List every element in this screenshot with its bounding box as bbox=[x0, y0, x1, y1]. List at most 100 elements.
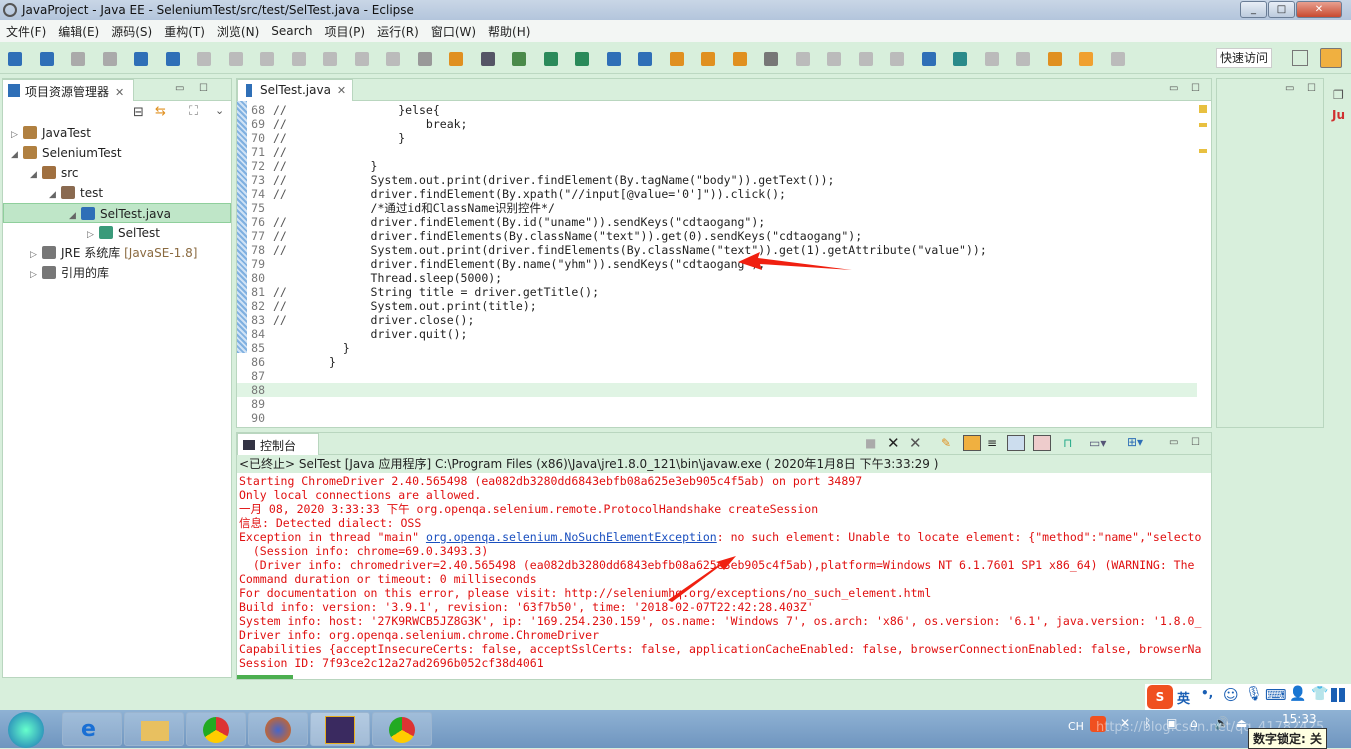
collapse-all-icon[interactable]: ⊟ bbox=[133, 105, 144, 120]
code-line[interactable]: 69 // break; bbox=[237, 117, 1197, 131]
overview-warning-marker[interactable] bbox=[1199, 123, 1207, 127]
code-line[interactable]: 89 bbox=[237, 397, 1197, 411]
toolbox-icon[interactable] bbox=[1331, 688, 1345, 702]
toolbar-button-icon[interactable] bbox=[71, 52, 85, 66]
tree-item[interactable]: ▷ 引用的库 bbox=[3, 263, 231, 283]
menu-item[interactable]: 帮助(H) bbox=[482, 23, 536, 40]
toolbar-button-icon[interactable] bbox=[1079, 52, 1093, 66]
toolbar-button-icon[interactable] bbox=[890, 52, 904, 66]
code-line[interactable]: 72 // } bbox=[237, 159, 1197, 173]
view-menu-chevron-down-icon[interactable]: ⌄ bbox=[215, 104, 224, 117]
microphone-icon[interactable]: 🎙 bbox=[1245, 686, 1263, 702]
emoji-icon[interactable]: ☺ bbox=[1223, 686, 1239, 704]
tree-item[interactable]: ◢ SeleniumTest bbox=[3, 143, 231, 163]
toolbar-button-icon[interactable] bbox=[134, 52, 148, 66]
tree-item[interactable]: ▷ JRE 系统库 [JavaSE-1.8] bbox=[3, 243, 231, 263]
open-perspective-icon[interactable] bbox=[1292, 50, 1308, 66]
toolbar-button-icon[interactable] bbox=[197, 52, 211, 66]
ime-mode-toggle[interactable]: 英 bbox=[1177, 688, 1190, 707]
link-with-editor-icon[interactable]: ⇆ bbox=[155, 104, 166, 119]
code-line[interactable]: 78 // System.out.print(driver.findElement… bbox=[237, 243, 1197, 257]
remove-launch-icon[interactable]: ✕ bbox=[887, 434, 900, 452]
overview-warning-marker[interactable] bbox=[1199, 149, 1207, 153]
toolbar-button-icon[interactable] bbox=[953, 52, 967, 66]
language-indicator[interactable]: CH bbox=[1068, 720, 1084, 733]
toolbar-button-icon[interactable] bbox=[512, 52, 526, 66]
taskbar-chrome-icon[interactable] bbox=[372, 712, 432, 746]
display-console-icon[interactable]: ▭▾ bbox=[1089, 436, 1106, 450]
menu-item[interactable]: 编辑(E) bbox=[52, 23, 105, 40]
collapsed-arrow-icon[interactable]: ▷ bbox=[30, 245, 42, 265]
toolbar-button-icon[interactable] bbox=[449, 52, 463, 66]
taskbar-explorer-icon[interactable] bbox=[124, 712, 184, 746]
toolbar-button-icon[interactable] bbox=[764, 52, 778, 66]
toolbar-button-icon[interactable] bbox=[827, 52, 841, 66]
taskbar-eclipse-icon[interactable] bbox=[310, 712, 370, 746]
keyboard-icon[interactable]: ⌨ bbox=[1265, 686, 1287, 704]
minimize-view-icon[interactable]: ▭ bbox=[1169, 83, 1178, 94]
pin-console-icon[interactable]: ⊓ bbox=[1063, 436, 1072, 450]
minimize-button[interactable]: _ bbox=[1240, 1, 1267, 18]
collapsed-arrow-icon[interactable]: ▷ bbox=[87, 225, 99, 245]
user-icon[interactable]: 👤 bbox=[1289, 686, 1306, 702]
close-icon[interactable]: ✕ bbox=[337, 84, 346, 97]
toolbar-button-icon[interactable] bbox=[984, 52, 999, 66]
toolbar-button-icon[interactable] bbox=[858, 52, 873, 66]
menu-item[interactable]: Search bbox=[265, 24, 318, 38]
code-line[interactable]: 81 // String title = driver.getTitle(); bbox=[237, 285, 1197, 299]
tree-item[interactable]: ▷ JavaTest bbox=[3, 123, 231, 143]
toolbar-button-icon[interactable] bbox=[165, 52, 180, 66]
toolbar-button-icon[interactable] bbox=[732, 52, 747, 66]
junit-icon[interactable]: Ju bbox=[1332, 108, 1345, 122]
code-line[interactable]: 90 bbox=[237, 411, 1197, 425]
toolbar-button-icon[interactable] bbox=[575, 52, 589, 66]
expanded-arrow-icon[interactable]: ◢ bbox=[30, 165, 42, 185]
maximize-view-icon[interactable]: ☐ bbox=[1191, 83, 1200, 94]
toolbar-button-icon[interactable] bbox=[260, 52, 274, 66]
code-line[interactable]: 88 bbox=[237, 383, 1197, 397]
toolbar-button-icon[interactable] bbox=[701, 52, 715, 66]
overview-warning-marker[interactable] bbox=[1199, 105, 1207, 113]
toolbar-button-icon[interactable] bbox=[606, 52, 621, 66]
punctuation-icon[interactable]: •, bbox=[1201, 686, 1213, 700]
sogou-logo-icon[interactable]: S bbox=[1147, 685, 1173, 709]
toolbar-button-icon[interactable] bbox=[39, 52, 54, 66]
toolbar-button-icon[interactable] bbox=[921, 52, 936, 66]
restore-icon[interactable]: ❐ bbox=[1333, 88, 1344, 102]
expanded-arrow-icon[interactable]: ◢ bbox=[49, 185, 61, 205]
code-line[interactable]: 85 } bbox=[237, 341, 1197, 355]
code-line[interactable]: 77 // driver.findElements(By.className("t… bbox=[237, 229, 1197, 243]
show-on-stderr-icon[interactable] bbox=[1033, 435, 1051, 451]
code-line[interactable]: 71 // bbox=[237, 145, 1197, 159]
tree-item[interactable]: ▷ SelTest bbox=[3, 223, 231, 243]
toolbar-button-icon[interactable] bbox=[386, 52, 400, 66]
toolbar-button-icon[interactable] bbox=[291, 52, 306, 66]
code-line[interactable]: 70 // } bbox=[237, 131, 1197, 145]
toolbar-button-icon[interactable] bbox=[638, 52, 652, 66]
toolbar-button-icon[interactable] bbox=[1016, 52, 1030, 66]
toolbar-button-icon[interactable] bbox=[228, 52, 243, 66]
code-line[interactable]: 87 bbox=[237, 369, 1197, 383]
skin-icon[interactable]: 👕 bbox=[1311, 686, 1328, 702]
toolbar-button-icon[interactable] bbox=[543, 52, 558, 66]
tab-project-explorer[interactable]: 项目资源管理器 ✕ bbox=[2, 79, 134, 101]
focus-icon[interactable]: ⛶ bbox=[189, 104, 198, 119]
taskbar-ie-icon[interactable]: e bbox=[62, 712, 122, 746]
code-line[interactable]: 74 // driver.findElement(By.xpath("//inpu… bbox=[237, 187, 1197, 201]
menu-item[interactable]: 源码(S) bbox=[105, 23, 158, 40]
taskbar-firefox-icon[interactable] bbox=[248, 712, 308, 746]
remove-all-terminated-icon[interactable]: ✕ bbox=[909, 434, 922, 452]
terminate-icon[interactable]: ■ bbox=[865, 436, 876, 450]
code-line[interactable]: 75 /*通过id和ClassName识别控件*/ bbox=[237, 201, 1197, 215]
close-icon[interactable]: ✕ bbox=[115, 86, 124, 99]
tree-item[interactable]: ◢ src bbox=[3, 163, 231, 183]
show-on-stdout-icon[interactable] bbox=[1007, 435, 1025, 451]
minimize-view-icon[interactable]: ▭ bbox=[175, 83, 184, 94]
collapsed-arrow-icon[interactable]: ▷ bbox=[11, 125, 23, 145]
expanded-arrow-icon[interactable]: ◢ bbox=[11, 145, 23, 165]
code-line[interactable]: 83 // driver.close(); bbox=[237, 313, 1197, 327]
menu-item[interactable]: 重构(T) bbox=[158, 23, 211, 40]
toolbar-button-icon[interactable] bbox=[102, 52, 117, 66]
code-line[interactable]: 73 // System.out.print(driver.findElement… bbox=[237, 173, 1197, 187]
java-ee-perspective-icon[interactable] bbox=[1320, 48, 1342, 68]
